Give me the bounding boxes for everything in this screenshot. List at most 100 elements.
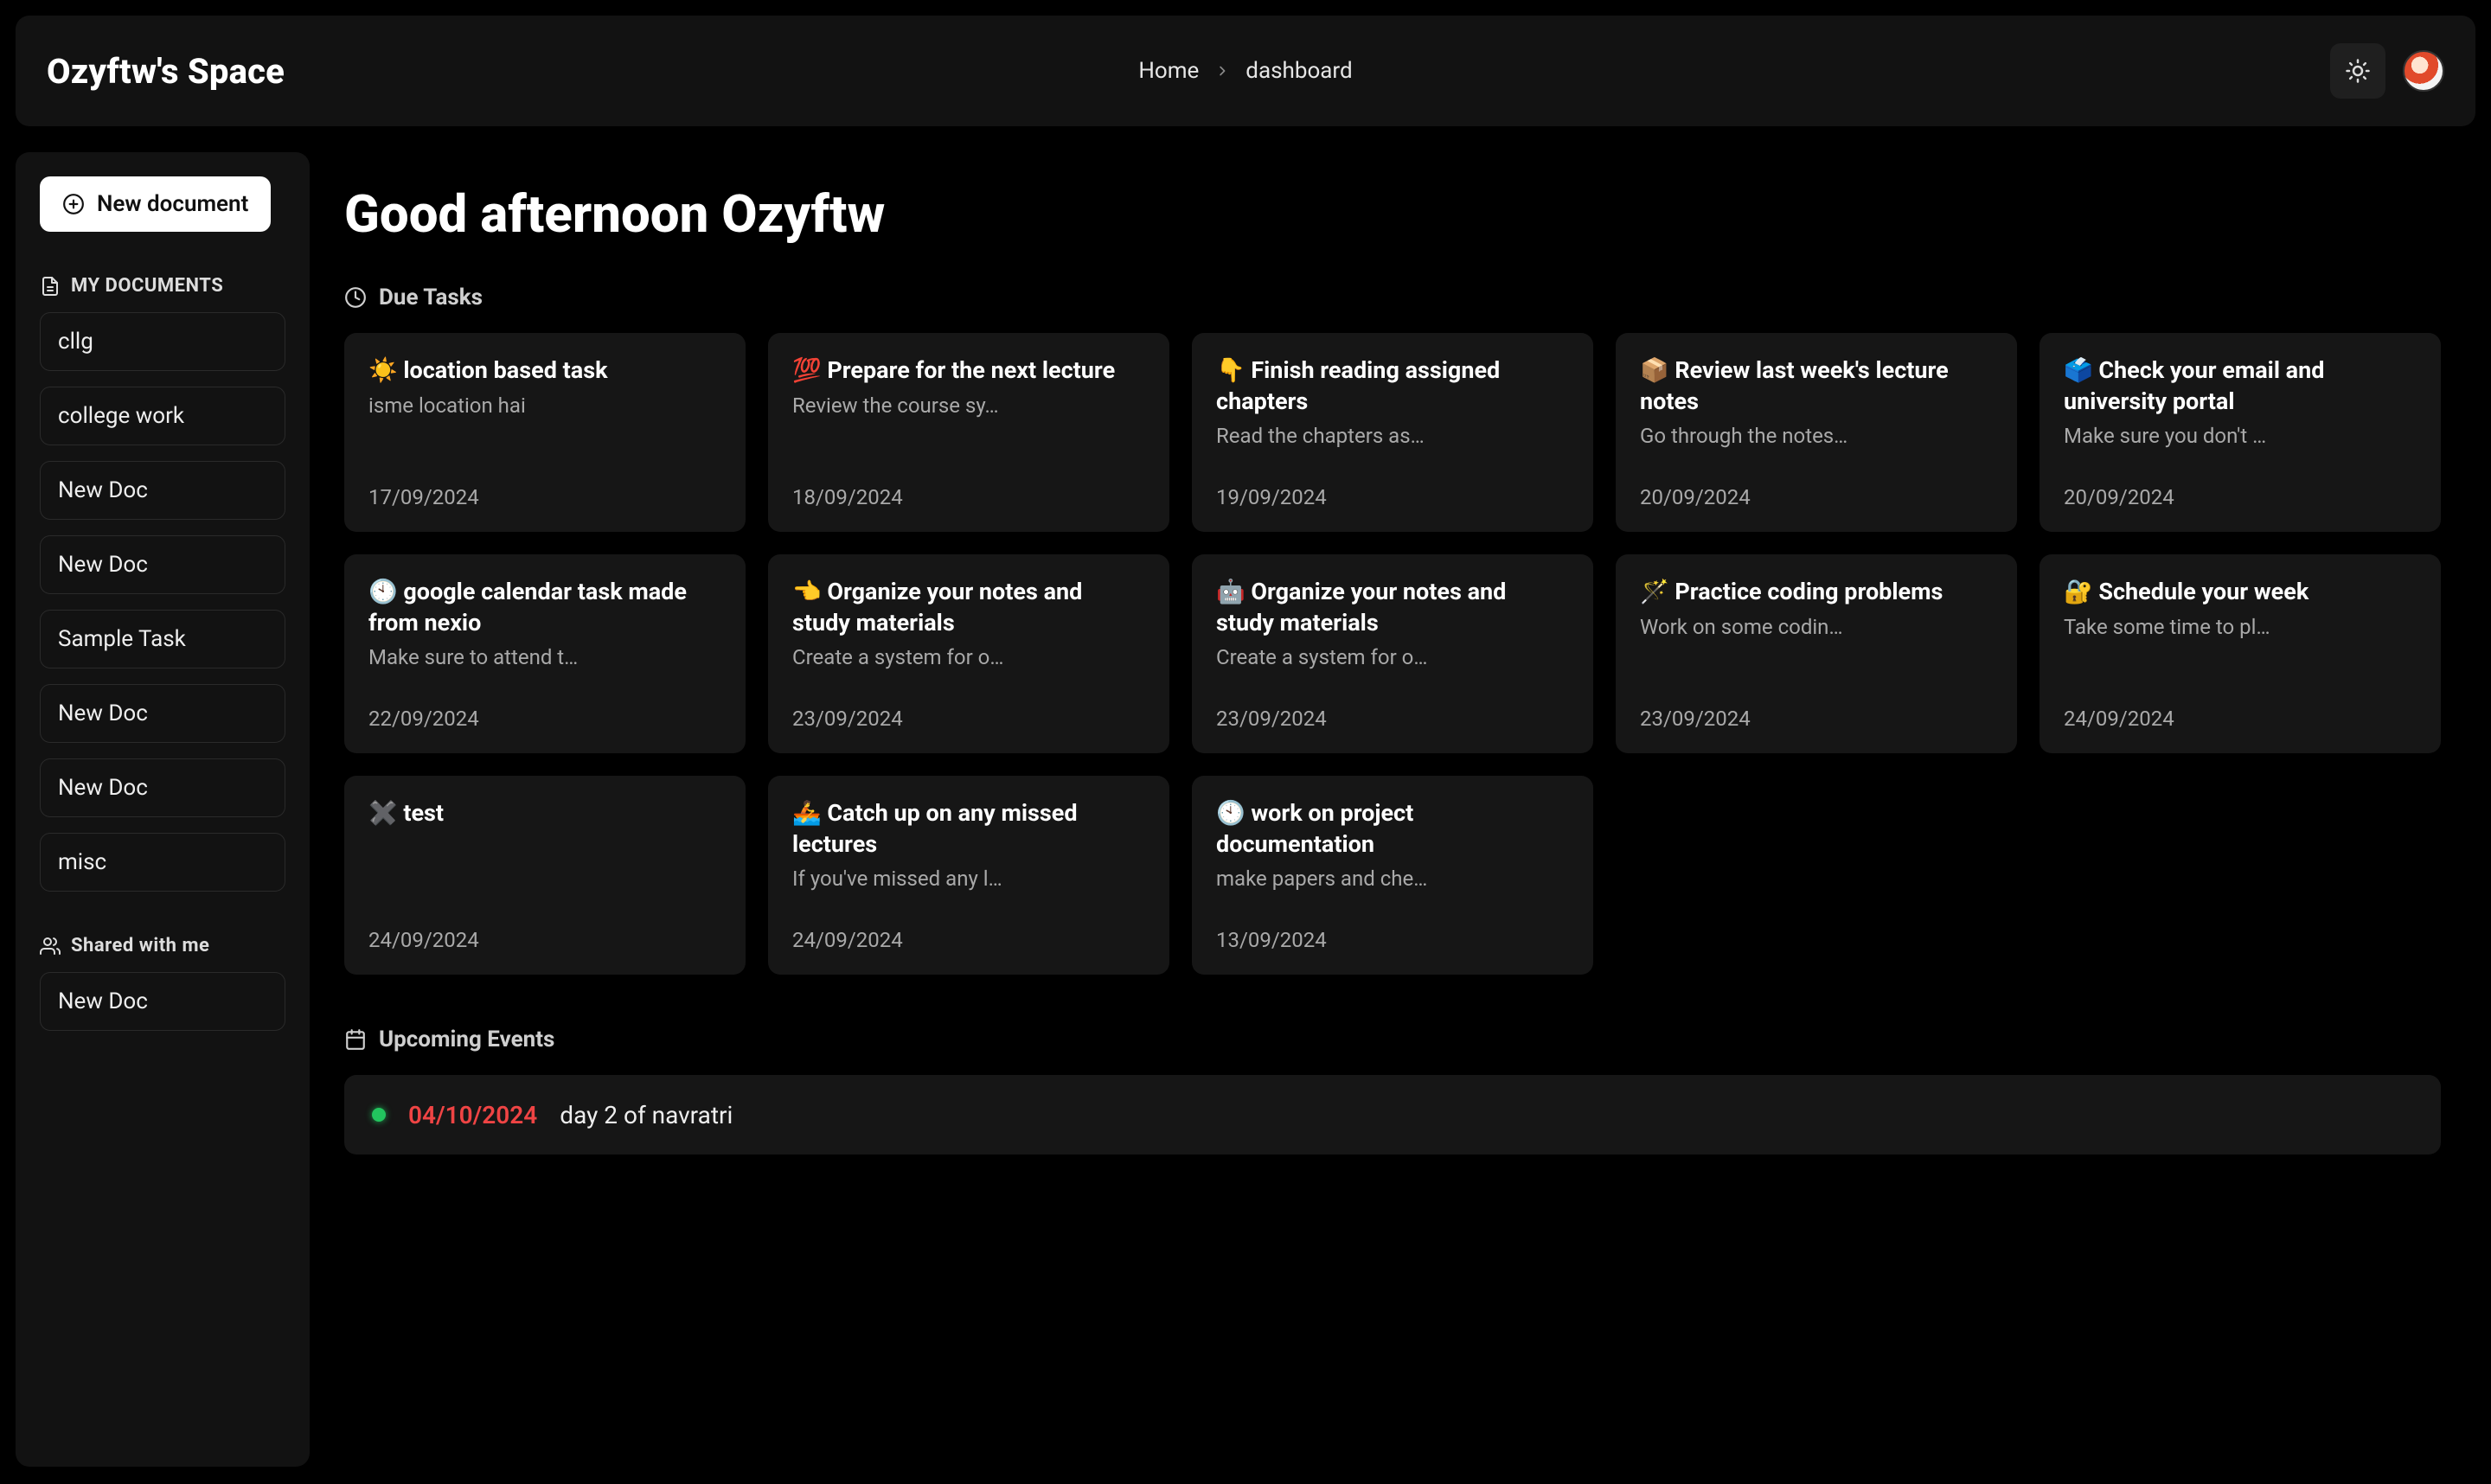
task-card-date: 23/09/2024 — [1216, 707, 1569, 731]
task-card[interactable]: 🗳️ Check your email and university porta… — [2040, 333, 2441, 532]
sidebar-document-label: Sample Task — [58, 626, 186, 652]
sidebar-document-label: New Doc — [58, 477, 148, 503]
task-card-title: 👈 Organize your notes and study material… — [792, 577, 1145, 638]
task-card-description: If you've missed any l… — [792, 867, 1145, 891]
sidebar-shared-item[interactable]: New Doc — [40, 972, 285, 1031]
sidebar-document-item[interactable]: New Doc — [40, 684, 285, 743]
task-card-date: 20/09/2024 — [1640, 485, 1993, 509]
task-card[interactable]: 📦 Review last week's lecture notesGo thr… — [1616, 333, 2017, 532]
task-card-date: 17/09/2024 — [368, 485, 721, 509]
sidebar-document-item[interactable]: misc — [40, 833, 285, 892]
task-card[interactable]: 💯 Prepare for the next lecture Review the… — [768, 333, 1169, 532]
task-emoji-icon: 🤖 — [1216, 578, 1246, 605]
task-card-date: 18/09/2024 — [792, 485, 1145, 509]
task-title-text: Review last week's lecture notes — [1640, 356, 1949, 415]
avatar[interactable] — [2403, 50, 2444, 92]
task-card-title: 🕙 google calendar task made from nexio — [368, 577, 721, 638]
upcoming-events-header: Upcoming Events — [344, 1027, 2441, 1052]
task-emoji-icon: 🪄 — [1640, 578, 1669, 605]
my-documents-label: MY DOCUMENTS — [71, 275, 223, 297]
task-card[interactable]: 🤖 Organize your notes and study material… — [1192, 554, 1593, 753]
task-card[interactable]: 🚣 Catch up on any missed lecturesIf you'… — [768, 776, 1169, 975]
my-documents-header: MY DOCUMENTS — [40, 275, 285, 297]
sidebar: New document MY DOCUMENTS cllg college wo… — [16, 152, 310, 1467]
task-card[interactable]: ✖️ test 24/09/2024 — [344, 776, 746, 975]
sidebar-document-item[interactable]: college work — [40, 387, 285, 445]
task-card-description: Create a system for o… — [792, 645, 1145, 669]
sidebar-document-label: New Doc — [58, 552, 148, 578]
task-card-title: 🔐 Schedule your week — [2064, 577, 2417, 608]
task-card-description: Work on some codin… — [1640, 615, 1993, 639]
task-title-text: google calendar task made from nexio — [368, 578, 687, 636]
clock-icon — [344, 286, 367, 309]
task-card-title: 🗳️ Check your email and university porta… — [2064, 355, 2417, 417]
task-card[interactable]: 🪄 Practice coding problems Work on some c… — [1616, 554, 2017, 753]
event-date: 04/10/2024 — [408, 1101, 537, 1129]
sidebar-document-item[interactable]: New Doc — [40, 535, 285, 594]
task-emoji-icon: 👇 — [1216, 356, 1246, 384]
due-tasks-header: Due Tasks — [344, 285, 2441, 310]
event-row[interactable]: 04/10/2024 day 2 of navratri — [344, 1075, 2441, 1155]
task-card[interactable]: 🕙 work on project documentationmake pape… — [1192, 776, 1593, 975]
task-emoji-icon: ✖️ — [368, 799, 398, 827]
shared-label: Shared with me — [71, 935, 209, 956]
task-card[interactable]: 👇 Finish reading assigned chaptersRead t… — [1192, 333, 1593, 532]
task-card-title: ☀️ location based task — [368, 355, 721, 387]
breadcrumb-current[interactable]: dashboard — [1246, 58, 1352, 84]
sidebar-document-label: New Doc — [58, 775, 148, 801]
task-card-title: 🕙 work on project documentation — [1216, 798, 1569, 860]
theme-toggle[interactable] — [2330, 43, 2385, 99]
event-title: day 2 of navratri — [560, 1101, 733, 1129]
task-card-date: 19/09/2024 — [1216, 485, 1569, 509]
plus-circle-icon — [62, 193, 85, 215]
topbar: Ozyftw's Space Home dashboard — [16, 16, 2475, 126]
task-card-title: ✖️ test — [368, 798, 721, 829]
task-title-text: location based task — [403, 356, 607, 384]
task-card-date: 24/09/2024 — [368, 928, 721, 952]
task-title-text: Catch up on any missed lectures — [792, 799, 1078, 858]
task-card-description: Create a system for o… — [1216, 645, 1569, 669]
task-card-title: 💯 Prepare for the next lecture — [792, 355, 1145, 387]
sidebar-document-item[interactable]: cllg — [40, 312, 285, 371]
sidebar-document-item[interactable]: Sample Task — [40, 610, 285, 668]
main-content: Good afternoon Ozyftw Due Tasks ☀️ locat… — [336, 152, 2475, 1467]
page-title: Good afternoon Ozyftw — [344, 183, 2441, 245]
shared-header: Shared with me — [40, 935, 285, 956]
sidebar-document-item[interactable]: New Doc — [40, 461, 285, 520]
task-card-date: 24/09/2024 — [792, 928, 1145, 952]
users-icon — [40, 936, 61, 956]
task-card[interactable]: 🔐 Schedule your weekTake some time to pl… — [2040, 554, 2441, 753]
task-title-text: Schedule your week — [2098, 578, 2308, 605]
task-card-description: Make sure you don't … — [2064, 424, 2417, 448]
task-emoji-icon: 🔐 — [2064, 578, 2093, 605]
task-title-text: Organize your notes and study materials — [1216, 578, 1506, 636]
task-emoji-icon: 🕙 — [368, 578, 398, 605]
sidebar-document-item[interactable]: New Doc — [40, 758, 285, 817]
task-card[interactable]: ☀️ location based taskisme location hai1… — [344, 333, 746, 532]
new-document-button[interactable]: New document — [40, 176, 271, 232]
task-card-title: 🪄 Practice coding problems — [1640, 577, 1993, 608]
sun-icon — [2345, 58, 2371, 84]
sidebar-shared-label: New Doc — [58, 988, 148, 1014]
task-emoji-icon: 🗳️ — [2064, 356, 2093, 384]
chevron-right-icon — [1214, 63, 1230, 79]
task-card-title: 👇 Finish reading assigned chapters — [1216, 355, 1569, 417]
sidebar-document-label: misc — [58, 849, 106, 875]
document-icon — [40, 276, 61, 297]
breadcrumb-home[interactable]: Home — [1138, 58, 1199, 84]
sidebar-document-label: college work — [58, 403, 184, 429]
task-card[interactable]: 🕙 google calendar task made from nexioMa… — [344, 554, 746, 753]
task-title-text: Practice coding problems — [1675, 578, 1943, 605]
task-title-text: Finish reading assigned chapters — [1216, 356, 1500, 415]
task-card-date: 13/09/2024 — [1216, 928, 1569, 952]
task-card[interactable]: 👈 Organize your notes and study material… — [768, 554, 1169, 753]
task-card-date: 23/09/2024 — [792, 707, 1145, 731]
task-title-text: Prepare for the next lecture — [827, 356, 1115, 384]
sidebar-document-label: New Doc — [58, 700, 148, 726]
due-tasks-label: Due Tasks — [379, 285, 483, 310]
task-card-title: 🤖 Organize your notes and study material… — [1216, 577, 1569, 638]
task-card-description: Review the course sy… — [792, 393, 1145, 418]
task-card-date: 22/09/2024 — [368, 707, 721, 731]
breadcrumb: Home dashboard — [1138, 58, 1352, 84]
task-title-text: Check your email and university portal — [2064, 356, 2324, 415]
